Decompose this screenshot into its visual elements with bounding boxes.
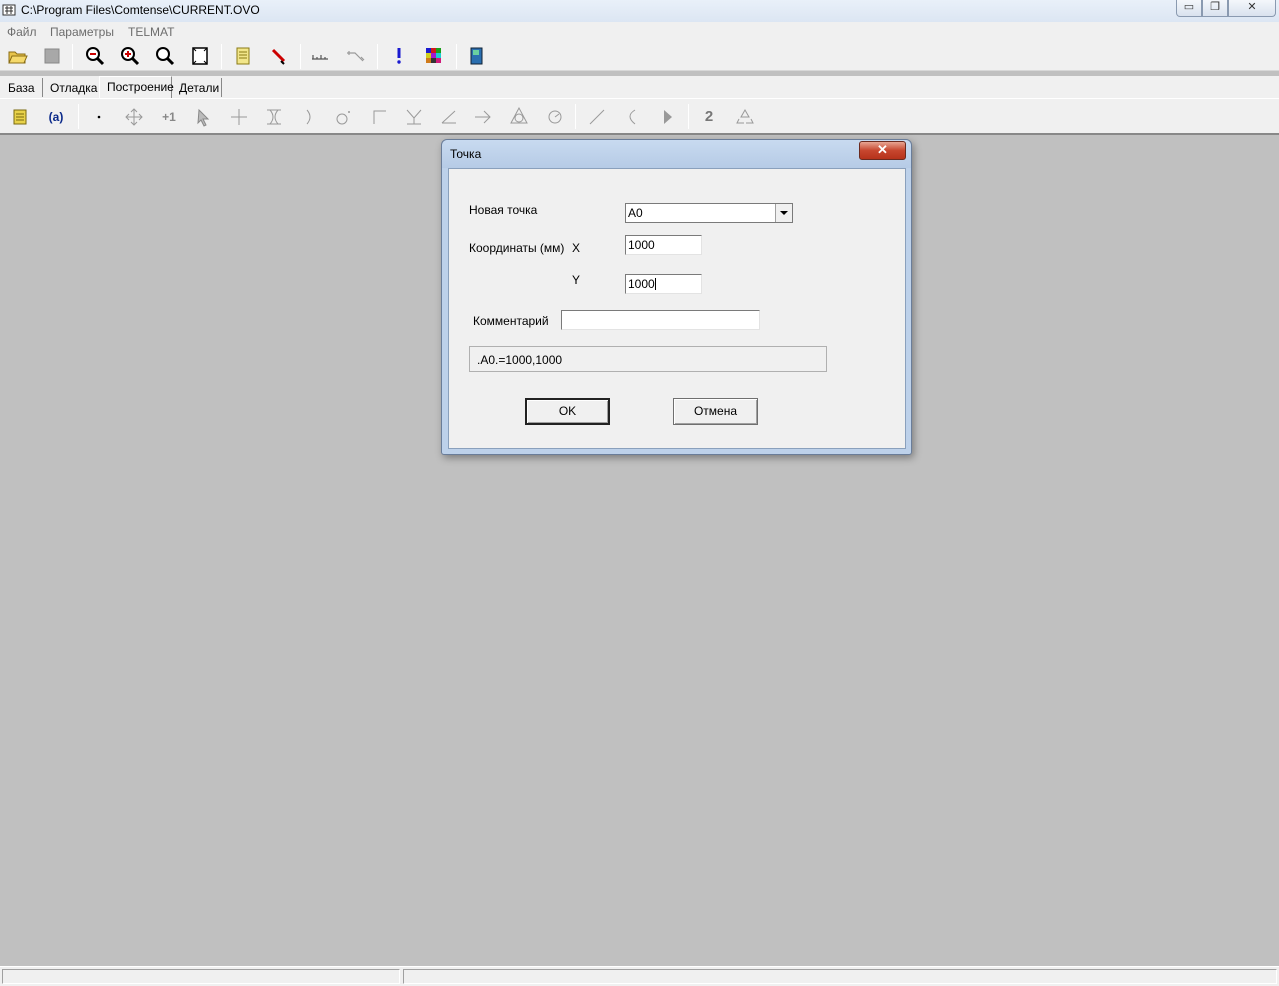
y-value: 1000	[628, 277, 655, 291]
pin-icon[interactable]	[267, 45, 289, 67]
plus-icon[interactable]	[228, 106, 250, 128]
window-titlebar: C:\Program Files\Comtense\CURRENT.OVO ▭ …	[0, 0, 1279, 22]
book-icon[interactable]	[465, 45, 487, 67]
svg-text:(a): (a)	[49, 110, 64, 124]
window-title: C:\Program Files\Comtense\CURRENT.OVO	[21, 3, 260, 17]
formula-text: .A0.=1000,1000	[477, 353, 563, 367]
dialog-close-button[interactable]: ✕	[859, 141, 906, 160]
new-point-label: Новая точка	[469, 203, 538, 217]
play-icon[interactable]	[656, 106, 678, 128]
formula-readout: .A0.=1000,1000	[469, 346, 827, 372]
curve-icon[interactable]	[621, 106, 643, 128]
y-field[interactable]: 1000	[625, 274, 702, 294]
tab-otladka[interactable]: Отладка	[43, 78, 100, 97]
svg-text:+1: +1	[162, 110, 176, 124]
tab-postroenie[interactable]: Построение	[99, 76, 174, 98]
minimize-button[interactable]: ▭	[1176, 0, 1202, 17]
dialog-body: Новая точка A0 Координаты (мм) X 1000 Y …	[448, 168, 906, 449]
bracket-icon[interactable]	[263, 106, 285, 128]
menu-parameters[interactable]: Параметры	[50, 25, 114, 39]
line-icon[interactable]	[586, 106, 608, 128]
zoom-out-icon[interactable]	[84, 45, 106, 67]
circle-arc-icon[interactable]	[544, 106, 566, 128]
recycle-icon[interactable]	[734, 106, 756, 128]
comment-label: Комментарий	[473, 314, 549, 328]
bisector-icon[interactable]	[403, 106, 425, 128]
corner-icon[interactable]	[368, 106, 390, 128]
status-pane-left	[2, 969, 400, 984]
notes-icon[interactable]	[232, 45, 254, 67]
restore-icon: ❐	[1210, 1, 1220, 13]
number-two-icon[interactable]: 2	[698, 106, 720, 128]
x-value: 1000	[628, 238, 655, 252]
construct-toolbar: (a) +1 2	[0, 98, 1279, 135]
status-pane-right	[403, 969, 1277, 984]
angle-icon[interactable]	[438, 106, 460, 128]
move-cross-icon[interactable]	[123, 106, 145, 128]
cancel-button[interactable]: Отмена	[673, 398, 758, 425]
coords-label: Координаты (мм)	[469, 241, 565, 255]
zoom-in-icon[interactable]	[119, 45, 141, 67]
arrow-right-icon[interactable]	[472, 106, 494, 128]
open-folder-icon[interactable]	[6, 45, 28, 67]
comment-field[interactable]	[561, 310, 760, 330]
exclamation-icon[interactable]	[388, 45, 410, 67]
restore-button[interactable]: ❐	[1202, 0, 1228, 17]
layers-icon[interactable]	[9, 106, 31, 128]
app-icon	[2, 4, 16, 16]
menu-telmat[interactable]: TELMAT	[128, 25, 174, 39]
new-point-value: A0	[628, 206, 643, 220]
palette-icon[interactable]	[423, 45, 445, 67]
zoom-icon[interactable]	[154, 45, 176, 67]
menu-file[interactable]: Файл	[7, 25, 37, 39]
measure-icon[interactable]	[344, 45, 366, 67]
close-button[interactable]: ✕	[1228, 0, 1276, 17]
y-label: Y	[572, 273, 581, 287]
new-point-select[interactable]: A0	[625, 203, 793, 223]
stop-icon[interactable]	[41, 45, 63, 67]
tab-baza[interactable]: База	[1, 78, 43, 97]
close-icon: ✕	[877, 142, 888, 157]
point-dialog: Точка ✕ Новая точка A0 Координаты (мм) X…	[441, 139, 912, 455]
increment-icon[interactable]: +1	[158, 106, 180, 128]
status-bar	[0, 966, 1279, 986]
variable-a-icon[interactable]: (a)	[45, 106, 67, 128]
text-caret	[654, 278, 656, 290]
chevron-down-icon[interactable]	[775, 204, 792, 222]
minimize-icon: ▭	[1183, 1, 1195, 13]
tab-detali[interactable]: Детали	[172, 78, 222, 97]
fit-page-icon[interactable]	[189, 45, 211, 67]
menubar: Файл Параметры TELMAT	[0, 22, 1279, 41]
cursor-icon[interactable]	[193, 106, 215, 128]
point-icon[interactable]	[88, 106, 110, 128]
circle-point-icon[interactable]	[333, 106, 355, 128]
x-label: X	[572, 241, 581, 255]
ruler-icon[interactable]	[309, 45, 331, 67]
triangle-icon[interactable]	[508, 105, 530, 127]
ok-button[interactable]: OK	[525, 398, 610, 425]
close-icon: ✕	[1247, 1, 1257, 13]
dialog-titlebar[interactable]: Точка ✕	[442, 140, 911, 168]
arc-right-icon[interactable]	[298, 106, 320, 128]
tab-strip: База Отладка Построение Детали	[0, 76, 1279, 98]
dialog-title: Точка	[450, 147, 482, 161]
main-toolbar	[0, 41, 1279, 71]
x-field[interactable]: 1000	[625, 235, 702, 255]
